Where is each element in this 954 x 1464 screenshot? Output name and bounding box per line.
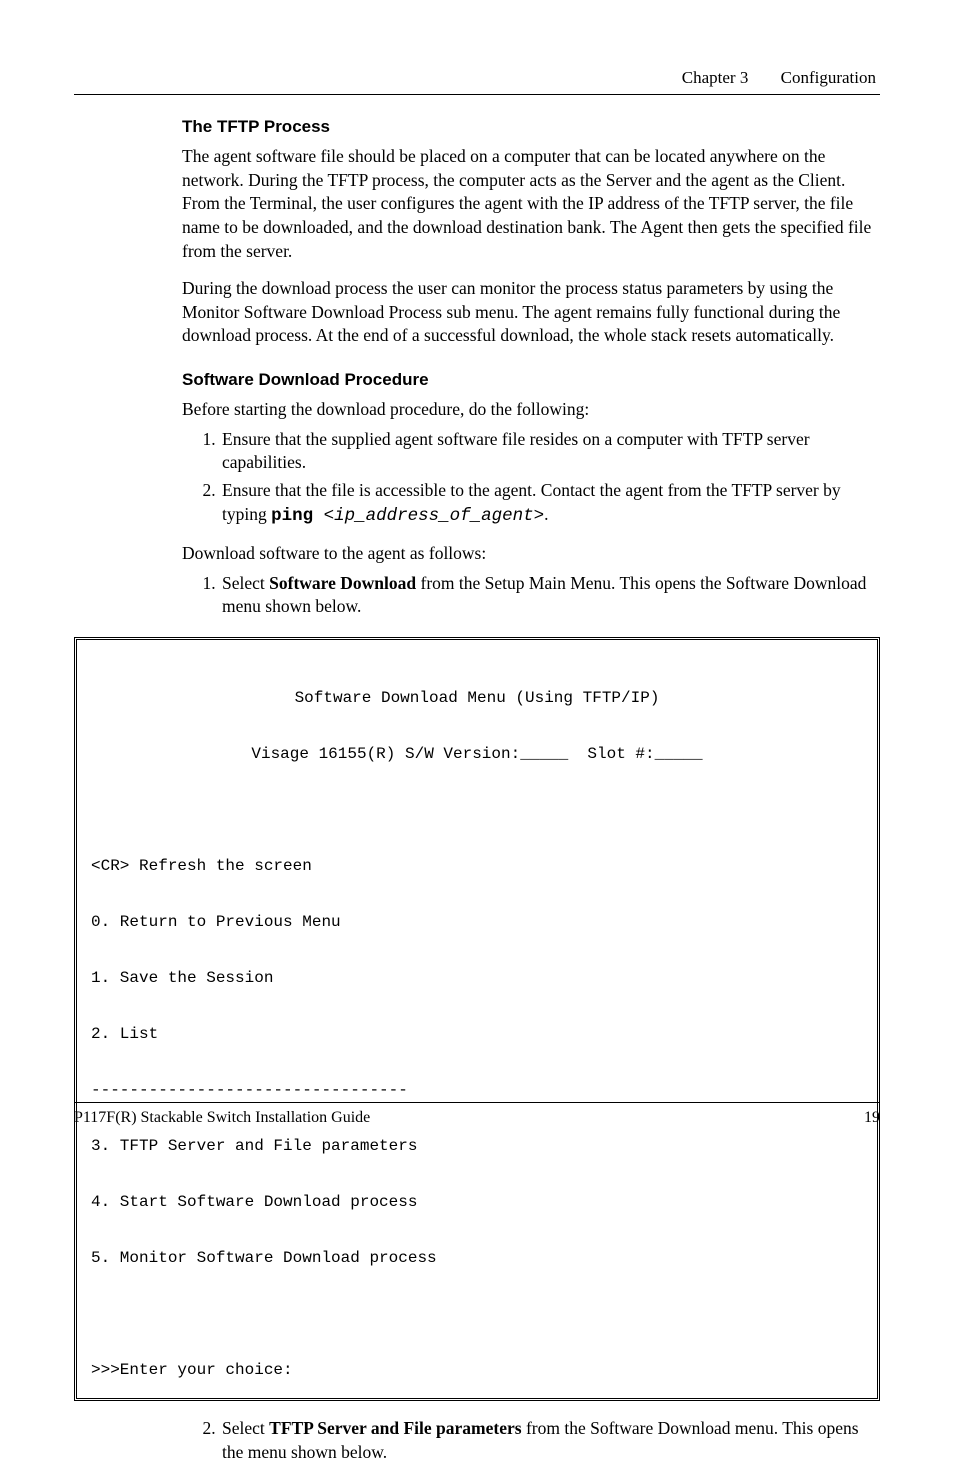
- menu-subtitle: Visage 16155(R) S/W Version:_____ Slot #…: [91, 740, 863, 768]
- content-block: The TFTP Process The agent software file…: [182, 117, 880, 619]
- menu-line: 2. List: [91, 1020, 863, 1048]
- header-chapter: Chapter 3: [682, 68, 749, 87]
- list-item: Select TFTP Server and File parameters f…: [220, 1417, 880, 1464]
- menu-line: 4. Start Software Download process: [91, 1188, 863, 1216]
- menu-name: Software Download: [269, 573, 416, 593]
- prereq-list: Ensure that the supplied agent software …: [182, 428, 880, 529]
- footer-title: P117F(R) Stackable Switch Installation G…: [74, 1109, 370, 1127]
- paragraph: Before starting the download procedure, …: [182, 398, 880, 422]
- header-title: Configuration: [781, 68, 876, 87]
- menu-title: Software Download Menu (Using TFTP/IP): [91, 684, 863, 712]
- content-block: Select TFTP Server and File parameters f…: [182, 1417, 880, 1464]
- list-text: Select: [222, 573, 269, 593]
- menu-blank: [91, 1300, 863, 1328]
- list-text: .: [544, 504, 548, 524]
- menu-separator: ---------------------------------: [91, 1076, 863, 1104]
- download-steps-list: Select Software Download from the Setup …: [182, 572, 880, 619]
- download-steps-list-cont: Select TFTP Server and File parameters f…: [182, 1417, 880, 1464]
- menu-line: 1. Save the Session: [91, 964, 863, 992]
- list-item: Ensure that the file is accessible to th…: [220, 479, 880, 528]
- list-item: Select Software Download from the Setup …: [220, 572, 880, 619]
- page: Chapter 3 Configuration The TFTP Process…: [0, 0, 954, 1155]
- page-footer: P117F(R) Stackable Switch Installation G…: [74, 1102, 880, 1127]
- paragraph: The agent software file should be placed…: [182, 145, 880, 263]
- heading-tftp-process: The TFTP Process: [182, 117, 880, 137]
- page-number: 19: [864, 1109, 880, 1127]
- menu-line: 3. TFTP Server and File parameters: [91, 1132, 863, 1160]
- command-arg: <ip_address_of_agent>: [313, 506, 544, 526]
- header-rule: [74, 94, 880, 95]
- heading-download-procedure: Software Download Procedure: [182, 370, 880, 390]
- command-text: ping: [271, 506, 313, 526]
- paragraph: Download software to the agent as follow…: [182, 542, 880, 566]
- list-item: Ensure that the supplied agent software …: [220, 428, 880, 475]
- menu-line: 0. Return to Previous Menu: [91, 908, 863, 936]
- footer-rule: [74, 1102, 880, 1103]
- running-header: Chapter 3 Configuration: [74, 68, 880, 88]
- menu-line: <CR> Refresh the screen: [91, 852, 863, 880]
- menu-line: 5. Monitor Software Download process: [91, 1244, 863, 1272]
- menu-blank: [91, 796, 863, 824]
- menu-name: TFTP Server and File parameters: [269, 1418, 521, 1438]
- paragraph: During the download process the user can…: [182, 277, 880, 348]
- list-text: Select: [222, 1418, 269, 1438]
- terminal-menu-box: Software Download Menu (Using TFTP/IP) V…: [74, 637, 880, 1401]
- list-text: Ensure that the supplied agent software …: [222, 429, 810, 473]
- menu-prompt: >>>Enter your choice:: [91, 1356, 863, 1384]
